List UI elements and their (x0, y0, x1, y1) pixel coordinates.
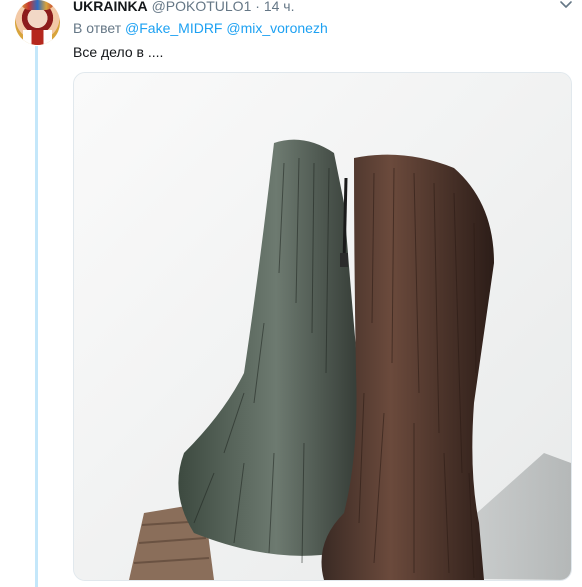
tweet-media[interactable] (73, 72, 572, 581)
mention-link[interactable]: @Fake_MIDRF (125, 20, 222, 36)
header-separator: · (251, 0, 264, 14)
boots-photo (74, 73, 571, 580)
author-name[interactable]: UKRAINKA (73, 0, 148, 14)
tweet-timestamp[interactable]: 14 ч. (264, 0, 295, 14)
thread-line (35, 46, 38, 587)
avatar-embroidery (23, 30, 52, 45)
tweet-header: UKRAINKA @POKOTULO1 · 14 ч. (73, 0, 294, 15)
tweet-text: Все дело в .... (73, 44, 164, 60)
reply-prefix: В ответ (73, 20, 122, 36)
mention-link[interactable]: @mix_voronezh (226, 20, 327, 36)
avatar-wreath (20, 0, 55, 10)
avatar[interactable] (15, 0, 60, 45)
author-handle[interactable]: @POKOTULO1 (152, 0, 252, 14)
chevron-down-icon[interactable] (559, 0, 573, 12)
tweet[interactable]: UKRAINKA @POKOTULO1 · 14 ч. В ответ @Fak… (0, 0, 582, 587)
reply-context: В ответ @Fake_MIDRF @mix_voronezh (73, 19, 328, 37)
